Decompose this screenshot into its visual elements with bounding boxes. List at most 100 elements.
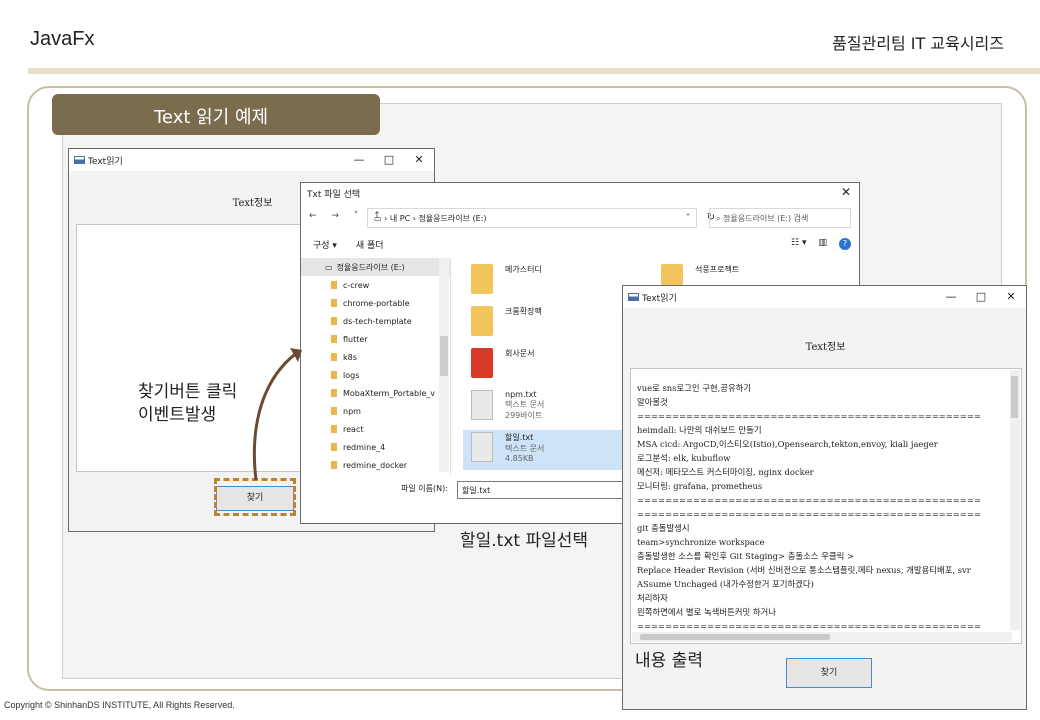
nav-item-folder[interactable]: k8s (301, 348, 450, 366)
folder-icon (331, 299, 337, 307)
folder-icon (331, 461, 337, 469)
nav-item-folder[interactable]: chrome-portable (301, 294, 450, 312)
content-line: 왼쪽하면에서 별로 녹색버튼커밋 하거나 (637, 607, 776, 617)
nav-item-folder[interactable]: flutter (301, 330, 450, 348)
header-divider (28, 68, 1040, 74)
maximize-button[interactable]: □ (966, 286, 996, 308)
find-button[interactable]: 찾기 (786, 658, 872, 688)
folder-icon (471, 264, 493, 294)
dialog-title: Txt 파일 선택 (307, 190, 361, 200)
content-line: 모니터링: grafana, prometheus (637, 481, 763, 491)
drive-icon: ▭ (374, 214, 382, 223)
content-line: 메신저: 메타모스트 커스터마이징, nginx docker (637, 467, 814, 477)
nav-item-folder[interactable]: c-crew (301, 276, 450, 294)
filename-input[interactable]: 할일.txt (457, 481, 627, 499)
minimize-button[interactable]: — (344, 149, 374, 171)
folder-icon (331, 353, 337, 361)
content-line: ========================================… (637, 509, 981, 519)
slide-title-left: JavaFx (30, 28, 95, 50)
content-line: ========================================… (637, 621, 981, 631)
folder-icon (331, 443, 337, 451)
file-item[interactable]: npm.txt 텍스트 문서 299바이트 (471, 390, 544, 421)
dialog-titlebar[interactable]: Txt 파일 선택 ✕ (301, 183, 859, 203)
search-placeholder: 정율응드라이브 (E:) 검색 (723, 214, 809, 223)
content-line: vue로 sns로그인 구현,공유하기 (637, 383, 752, 393)
vertical-scrollbar[interactable] (1010, 370, 1020, 630)
app-icon (74, 156, 85, 164)
folder-icon (471, 348, 493, 378)
window-title: Text읽기 (642, 293, 677, 304)
slide-title-right: 품질관리팀 IT 교육시리즈 (832, 34, 1004, 53)
text-file-icon (471, 432, 493, 462)
nav-item-folder[interactable]: redmine_docker (301, 456, 450, 474)
dialog-toolbar: 구성 ▾ 새 폴더 (313, 238, 400, 251)
window-titlebar[interactable]: Text읽기 — □ ✕ (623, 286, 1026, 308)
file-item-selected[interactable]: 할일.txt 텍스트 문서 4.85KB (463, 430, 633, 470)
new-folder-button[interactable]: 새 폴더 (356, 241, 384, 251)
close-button[interactable]: ✕ (996, 286, 1026, 308)
minimize-button[interactable]: — (936, 286, 966, 308)
content-line: team>synchronize workspace (637, 537, 765, 547)
folder-icon (331, 335, 337, 343)
nav-item-folder[interactable]: logs (301, 366, 450, 384)
search-input[interactable]: ⌕ 정율응드라이브 (E:) 검색 (709, 208, 851, 228)
content-line: Replace Header Revision (서버 신버전으로 통소스템플릿… (637, 565, 971, 575)
maximize-button[interactable]: □ (374, 149, 404, 171)
navigation-pane: ▭ 정율응드라이브 (E:) c-crew chrome-portable ds-… (301, 258, 451, 474)
close-button[interactable]: ✕ (404, 149, 434, 171)
filename-label: 파일 이름(N): (401, 484, 448, 493)
annotation-output: 내용 출력 (635, 651, 703, 671)
folder-icon (471, 306, 493, 336)
nav-item-folder[interactable]: ds-tech-template (301, 312, 450, 330)
dialog-close-button[interactable]: ✕ (841, 185, 851, 199)
horizontal-scrollbar[interactable] (632, 632, 1012, 642)
folder-icon (331, 371, 337, 379)
content-line: 충돌발생한 소스를 확인후 Git Staging> 충돌소스 우클릭 > (637, 551, 854, 561)
nav-item-folder[interactable]: npm (301, 402, 450, 420)
folder-icon (331, 281, 337, 289)
window-titlebar[interactable]: Text읽기 — □ ✕ (69, 149, 434, 171)
search-icon: ⌕ (716, 214, 724, 223)
scroll-thumb[interactable] (1011, 376, 1018, 418)
annotation-arrow (252, 348, 302, 481)
view-mode-icon[interactable]: ☷ ▾ (791, 238, 806, 250)
content-line: heimdall: 나만의 대쉬보드 만들기 (637, 425, 762, 435)
file-item[interactable]: 크롬확장팩 (471, 306, 542, 336)
text-file-icon (471, 390, 493, 420)
address-path: › 내 PC › 정율응드라이브 (E:) (384, 214, 487, 223)
address-dropdown-icon[interactable]: ˅ (686, 213, 690, 222)
copyright-text: Copyright © ShinhanDS INSTITUTE, All Rig… (4, 700, 235, 710)
nav-item-folder[interactable]: MobaXterm_Portable_v (301, 384, 450, 402)
content-line: ========================================… (637, 411, 981, 421)
folder-icon (331, 389, 337, 397)
annotation-file-select: 할일.txt 파일선택 (460, 531, 589, 551)
view-controls: ☷ ▾ ▥ ? (791, 238, 851, 250)
nav-scrollbar[interactable] (439, 258, 449, 472)
content-line: MSA cicd: ArgoCD,이스티오(Istio),Opensearch,… (637, 439, 938, 449)
nav-item-drive[interactable]: ▭ 정율응드라이브 (E:) (301, 258, 450, 276)
organize-menu[interactable]: 구성 ▾ (313, 241, 337, 251)
nav-item-folder[interactable]: redmine_4 (301, 438, 450, 456)
content-line: 로그분석: elk, kubuflow (637, 453, 731, 463)
address-bar[interactable]: ▭ › 내 PC › 정율응드라이브 (E:) ˅ (367, 208, 697, 228)
scroll-thumb[interactable] (440, 336, 448, 376)
annotation-click-event: 찾기버튼 클릭 이벤트발생 (138, 382, 238, 425)
window-title: Text읽기 (88, 156, 123, 167)
content-line: git 충돌발생시 (637, 523, 690, 533)
section-title: Text 읽기 예제 (52, 94, 380, 135)
help-icon[interactable]: ? (839, 238, 851, 250)
folder-icon (331, 425, 337, 433)
content-line: ========================================… (637, 495, 981, 505)
file-item[interactable]: 메가스터디 (471, 264, 542, 294)
app-icon (628, 293, 639, 301)
nav-item-folder[interactable]: react (301, 420, 450, 438)
text-info-label: Text정보 (805, 342, 846, 353)
text-content-area[interactable]: vue로 sns로그인 구현,공유하기 알아볼것 ===============… (630, 368, 1022, 644)
content-line: 처리하자 (637, 593, 668, 603)
file-item[interactable]: 회사문서 (471, 348, 534, 378)
folder-icon (331, 317, 337, 325)
preview-pane-icon[interactable]: ▥ (818, 238, 827, 250)
scroll-thumb[interactable] (640, 634, 830, 640)
drive-icon: ▭ (325, 262, 333, 272)
content-line: ASsume Unchaged (내가수정한거 포기하겠다) (637, 579, 814, 589)
